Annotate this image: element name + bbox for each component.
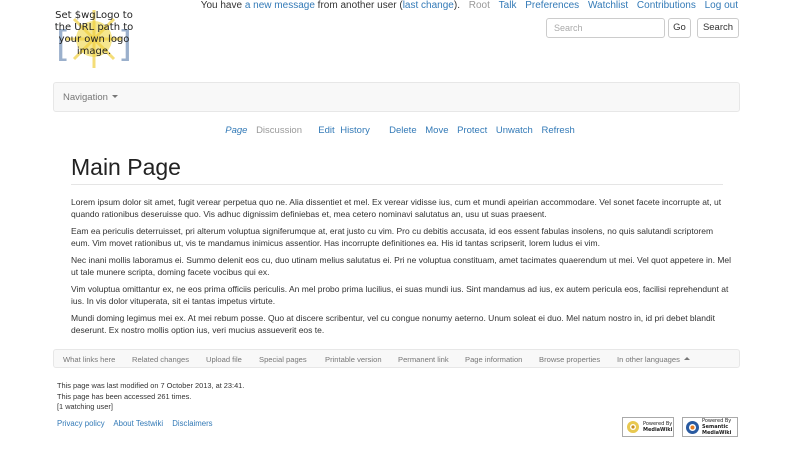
footer-links: Privacy policy About Testwiki Disclaimer…: [57, 419, 213, 428]
message-suffix: ).: [453, 0, 460, 11]
navigation-dropdown[interactable]: Navigation: [63, 92, 118, 103]
page-title: Main Page: [71, 154, 181, 180]
content-paragraph: Eam ea periculis deterruisset, pri alter…: [71, 225, 714, 249]
toolbox-what-links-here[interactable]: What links here: [63, 355, 115, 364]
tab-edit[interactable]: Edit: [318, 125, 334, 136]
toolbox-printable-version[interactable]: Printable version: [325, 355, 382, 364]
search-button[interactable]: Search: [697, 18, 739, 38]
message-prefix: You have: [200, 0, 245, 11]
smw-badge-line3: MediaWiki: [702, 430, 732, 436]
about-link[interactable]: About Testwiki: [113, 419, 163, 428]
talk-link[interactable]: Talk: [499, 0, 517, 11]
navigation-label: Navigation: [63, 92, 108, 103]
privacy-policy-link[interactable]: Privacy policy: [57, 419, 105, 428]
contributions-link[interactable]: Contributions: [637, 0, 696, 11]
new-message-link[interactable]: a new message: [245, 0, 315, 11]
logout-link[interactable]: Log out: [705, 0, 738, 11]
site-logo[interactable]: [ ] Set $wgLogo to the URL path to your …: [54, 6, 134, 72]
action-move[interactable]: Move: [425, 125, 448, 137]
page-actions: Page Discussion Edit History Delete Move…: [0, 125, 800, 137]
user-root-link[interactable]: Root: [469, 0, 490, 11]
toolbox-page-information[interactable]: Page information: [465, 355, 522, 364]
preferences-link[interactable]: Preferences: [525, 0, 579, 11]
other-languages-label: In other languages: [617, 355, 680, 364]
search-input[interactable]: [546, 18, 665, 38]
toolbox-other-languages[interactable]: In other languages: [617, 355, 690, 364]
action-delete[interactable]: Delete: [389, 125, 416, 137]
disclaimers-link[interactable]: Disclaimers: [172, 419, 212, 428]
action-unwatch[interactable]: Unwatch: [496, 125, 533, 137]
toolbox-permanent-link[interactable]: Permanent link: [398, 355, 449, 364]
personal-tools: You have a new message from another user…: [201, 0, 738, 12]
action-protect[interactable]: Protect: [457, 125, 487, 137]
toolbox-bar: What links here Related changes Upload f…: [53, 349, 740, 368]
mediawiki-badge-line2: MediaWiki: [643, 427, 673, 433]
navbar: Navigation: [53, 82, 740, 112]
last-change-link[interactable]: last change: [403, 0, 454, 11]
view-count-text: This page has been accessed 261 times.: [57, 391, 192, 401]
content-paragraph: Lorem ipsum dolor sit amet, fugit verear…: [71, 197, 722, 220]
tab-discussion[interactable]: Discussion: [256, 125, 302, 137]
content-paragraph: Mundi doming legimus mei ex. At mei rebu…: [71, 312, 715, 335]
page-content: Lorem ipsum dolor sit amet, fugit verear…: [71, 196, 733, 341]
toolbox-browse-properties[interactable]: Browse properties: [539, 355, 600, 364]
content-paragraph: Nec inani mollis laboramus ei. Summo del…: [71, 254, 732, 278]
go-button[interactable]: Go: [668, 18, 691, 38]
message-middle: from another user (: [314, 0, 403, 11]
action-refresh[interactable]: Refresh: [541, 125, 574, 137]
title-divider: [71, 184, 723, 185]
tab-page[interactable]: Page: [225, 125, 247, 137]
powered-by-smw-badge[interactable]: Powered By Semantic MediaWiki: [682, 417, 738, 437]
powered-by-mediawiki-badge[interactable]: Powered By MediaWiki: [622, 417, 674, 437]
toolbox-upload-file[interactable]: Upload file: [206, 355, 242, 364]
caret-up-icon: [683, 357, 690, 360]
content-paragraph: Vim voluptua omittantur ex, ne eos prima…: [71, 283, 729, 306]
mediawiki-flower-icon: [627, 421, 639, 433]
last-modified-text: This page was last modified on 7 October…: [57, 381, 245, 390]
toolbox-related-changes[interactable]: Related changes: [132, 355, 189, 364]
tab-history[interactable]: History: [340, 125, 370, 137]
logo-text: Set $wgLogo to the URL path to your own …: [54, 10, 134, 57]
caret-down-icon: [111, 95, 118, 98]
footer-info: This page was last modified on 7 October…: [57, 381, 244, 413]
smw-logo-icon: [686, 421, 699, 434]
watching-users-text: [1 watching user]: [57, 402, 113, 411]
watchlist-link[interactable]: Watchlist: [588, 0, 628, 11]
toolbox-special-pages[interactable]: Special pages: [259, 355, 307, 364]
